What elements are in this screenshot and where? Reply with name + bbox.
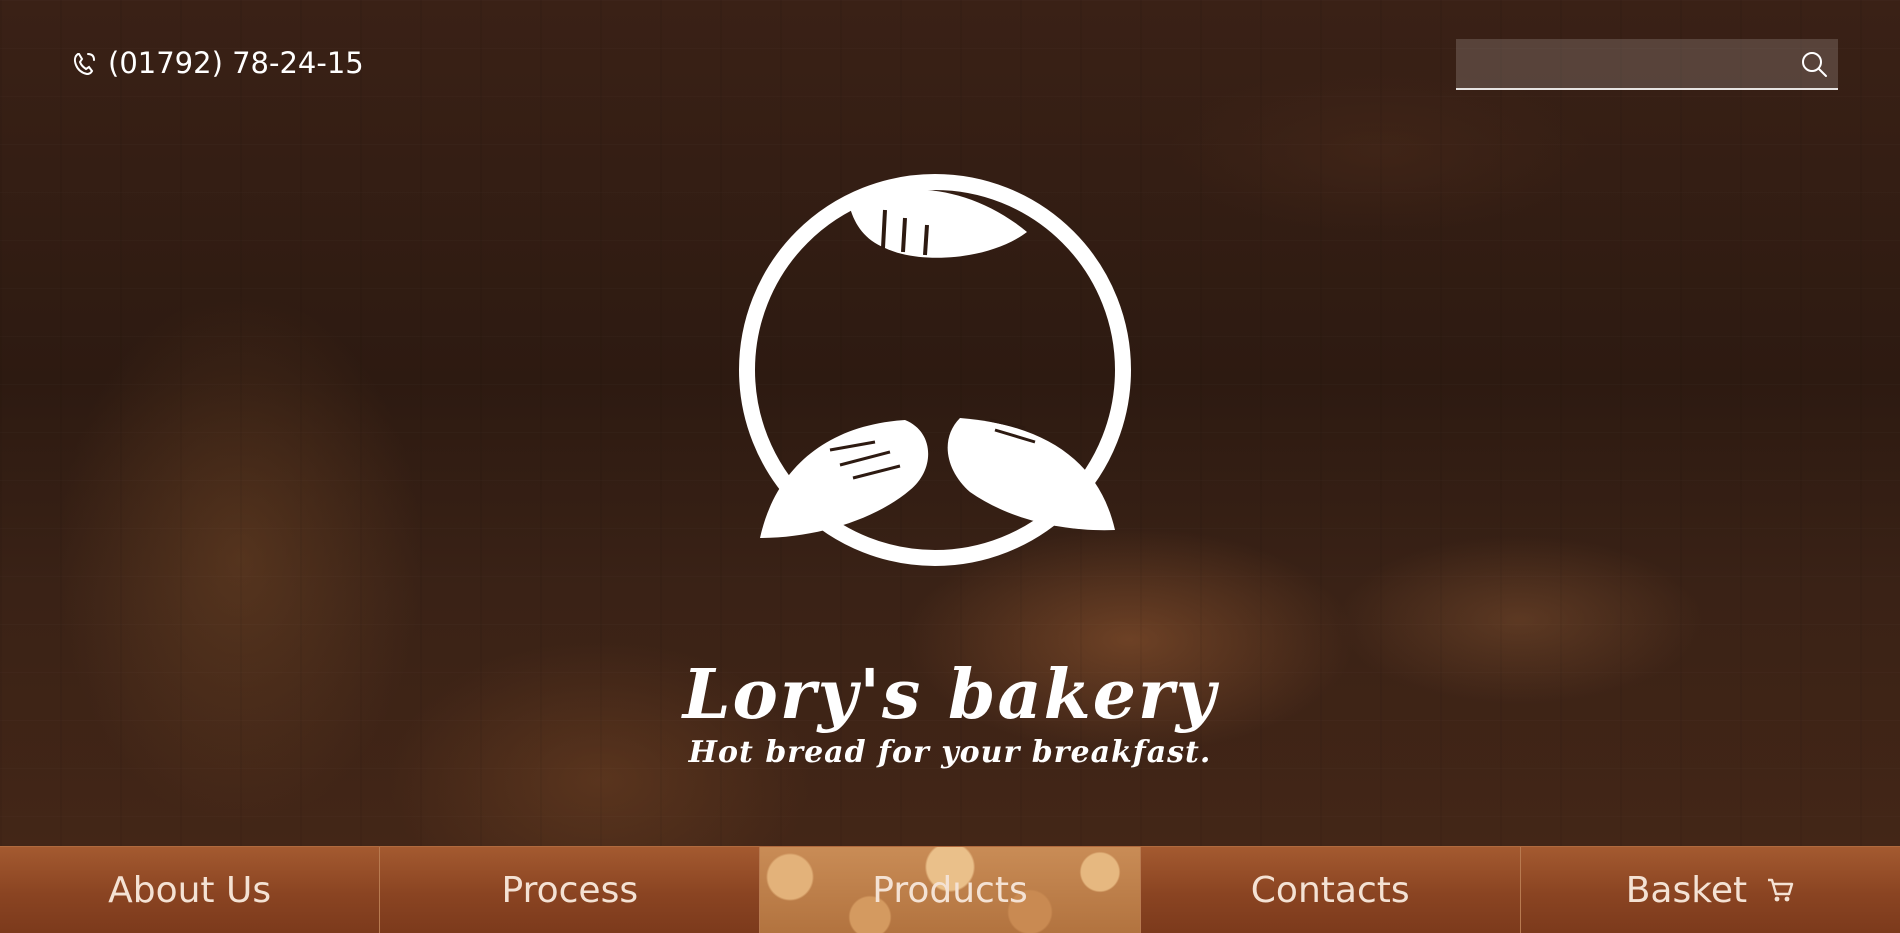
- site-tagline: Hot bread for your breakfast.: [688, 735, 1212, 770]
- nav-item-process[interactable]: Process: [380, 847, 761, 933]
- brand-block: Lory's bakery Hot bread for your breakfa…: [0, 655, 1900, 770]
- nav-item-contacts[interactable]: Contacts: [1140, 847, 1521, 933]
- bread-leaves-logo: [739, 174, 1131, 566]
- nav-item-basket[interactable]: Basket: [1520, 847, 1900, 933]
- nav-item-products[interactable]: Products: [760, 847, 1141, 933]
- nav-item-label: Contacts: [1250, 869, 1410, 911]
- phone-icon: [73, 53, 95, 76]
- cart-icon: [1768, 878, 1794, 902]
- nav-item-label: Products: [872, 869, 1028, 911]
- phone-number: (01792) 78-24-15: [108, 46, 364, 80]
- main-nav: About Us Process Products Contacts Baske…: [0, 846, 1900, 933]
- search-input[interactable]: [1456, 39, 1790, 88]
- nav-item-label: About Us: [108, 869, 272, 911]
- search-box[interactable]: [1456, 39, 1838, 90]
- nav-item-about-us[interactable]: About Us: [0, 847, 381, 933]
- site-title: Lory's bakery: [682, 655, 1218, 735]
- nav-item-label: Basket: [1625, 869, 1748, 911]
- nav-item-label: Process: [501, 869, 639, 911]
- search-icon[interactable]: [1790, 40, 1838, 88]
- phone-contact[interactable]: (01792) 78-24-15: [70, 46, 364, 80]
